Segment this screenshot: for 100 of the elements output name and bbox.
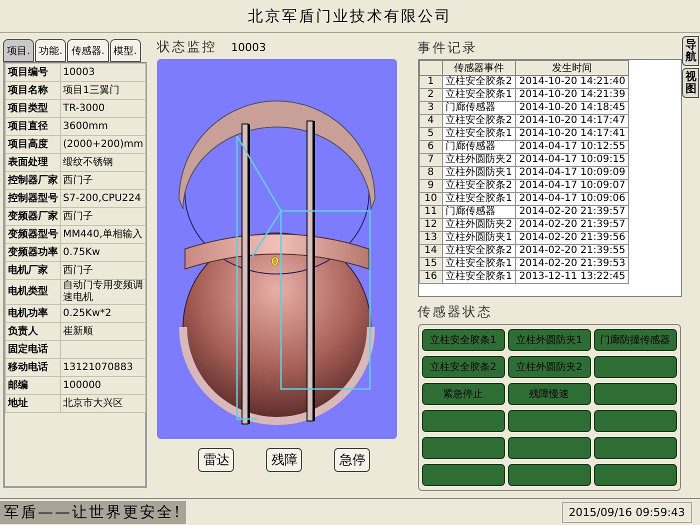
table-cell: 立柱安全胶条1: [442, 128, 516, 140]
row-number: 3: [419, 102, 442, 114]
row-number: 14: [419, 244, 442, 258]
table-cell: 立柱安全胶条2: [442, 244, 516, 258]
table-cell: 2014-10-20 14:21:39: [516, 88, 629, 102]
row-number: 13: [419, 232, 442, 244]
slogan: 军盾——让世界更安全!: [0, 500, 186, 524]
table-cell: 立柱安全胶条1: [442, 270, 516, 284]
field-label: 变频器厂家: [6, 208, 60, 226]
field-value: S7-200,CPU224: [60, 190, 146, 208]
field-label: 移动电话: [6, 358, 60, 376]
row-number: 10: [419, 192, 442, 206]
table-cell: 2014-02-20 21:39:57: [516, 218, 629, 232]
row-number: 5: [419, 128, 442, 140]
side-tab[interactable]: 视图: [682, 68, 700, 98]
row-number: 15: [419, 258, 442, 270]
field-label: 固定电话: [6, 340, 60, 358]
section-title: 事件记录: [418, 40, 479, 57]
table-cell: 2014-02-20 21:39:53: [516, 258, 629, 270]
row-number: 12: [419, 218, 442, 232]
field-label: 项目名称: [6, 82, 60, 100]
field-label: 变频器型号: [6, 226, 60, 244]
table-cell: 立柱安全胶条1: [442, 192, 516, 206]
tab[interactable]: 项目.: [3, 39, 34, 62]
field-label: 地址: [6, 394, 60, 412]
tab[interactable]: 功能.: [35, 39, 66, 62]
status-datetime: 2015/09/16 09:59:43: [562, 502, 692, 522]
row-number: 6: [419, 140, 442, 154]
row-number: 2: [419, 88, 442, 102]
row-number: 8: [419, 166, 442, 180]
section-title: 状态监控: [157, 39, 218, 56]
table-cell: 立柱安全胶条2: [442, 114, 516, 128]
field-value: 100000: [60, 376, 146, 394]
sensor-indicator: 立柱外圆防夹2: [508, 356, 591, 378]
sensor-indicator: 立柱外圆防夹1: [508, 329, 591, 351]
table-cell: 2013-12-11 13:22:45: [516, 270, 629, 284]
tab[interactable]: 模型.: [110, 39, 141, 62]
table-cell: 2014-10-20 14:21:40: [516, 76, 629, 88]
table-cell: 立柱外圆防夹2: [442, 218, 516, 232]
field-value: MM440,单相输入: [60, 226, 146, 244]
field-value: 缎纹不锈钢: [60, 154, 146, 172]
field-value: 崔新顺: [60, 322, 146, 340]
table-cell: 2014-10-20 14:18:45: [516, 102, 629, 114]
side-tab[interactable]: 导航: [682, 36, 700, 66]
field-label: 控制器厂家: [6, 172, 60, 190]
table-cell: 立柱外圆防夹2: [442, 154, 516, 166]
field-value: 0.25Kw*2: [60, 304, 146, 322]
table-cell: 2014-04-17 10:09:15: [516, 154, 629, 166]
table-cell: 2014-02-20 21:39:57: [516, 206, 629, 218]
field-label: 电机功率: [6, 304, 60, 322]
door-value: 0: [271, 255, 279, 268]
field-label: 邮编: [6, 376, 60, 394]
field-value: 项目1三翼门: [60, 82, 146, 100]
control-button[interactable]: 残障: [266, 448, 302, 472]
sensor-indicator: 立柱安全胶条2: [422, 356, 505, 378]
sensor-indicator: 紧急停止: [422, 383, 505, 405]
control-button[interactable]: 急停: [334, 448, 370, 472]
table-cell: 2014-04-17 10:09:06: [516, 192, 629, 206]
row-number: 1: [419, 76, 442, 88]
project-number: 10003: [231, 40, 266, 54]
tab[interactable]: 传感器.: [67, 39, 109, 62]
field-label: 项目高度: [6, 136, 60, 154]
sensor-indicator: 立柱安全胶条1: [422, 329, 505, 351]
column-header: 传感器事件: [442, 60, 516, 76]
table-cell: 门廊传感器: [442, 102, 516, 114]
field-label: 项目编号: [6, 64, 60, 82]
field-value: 0.75Kw: [60, 244, 146, 262]
field-value: (2000+200)mm: [60, 136, 146, 154]
row-number: 16: [419, 270, 442, 284]
row-number: 9: [419, 180, 442, 192]
table-cell: 2014-02-20 21:39:55: [516, 244, 629, 258]
field-label: 控制器型号: [6, 190, 60, 208]
field-value: 10003: [60, 64, 146, 82]
table-cell: 立柱安全胶条2: [442, 180, 516, 192]
field-value: TR-3000: [60, 100, 146, 118]
section-title: 传感器状态: [418, 304, 494, 321]
table-cell: 2014-04-17 10:09:07: [516, 180, 629, 192]
column-header: 发生时间: [516, 60, 629, 76]
table-cell: 立柱安全胶条1: [442, 258, 516, 270]
field-value: 西门子: [60, 208, 146, 226]
field-label: 电机类型: [6, 280, 60, 304]
table-cell: 2014-10-20 14:17:41: [516, 128, 629, 140]
table-cell: 立柱安全胶条2: [442, 76, 516, 88]
field-value: 自动门专用变频调速电机: [60, 280, 146, 304]
table-cell: 门廊传感器: [442, 206, 516, 218]
field-value: 3600mm: [60, 118, 146, 136]
sensor-indicator: 残障慢速: [508, 383, 591, 405]
row-number: 4: [419, 114, 442, 128]
table-cell: 2014-04-17 10:09:09: [516, 166, 629, 180]
table-cell: 立柱安全胶条1: [442, 88, 516, 102]
field-value: 西门子: [60, 172, 146, 190]
row-number: 7: [419, 154, 442, 166]
table-cell: 2014-04-17 10:12:55: [516, 140, 629, 154]
table-cell: 2014-10-20 14:17:47: [516, 114, 629, 128]
field-value: 13121070883: [60, 358, 146, 376]
table-cell: 门廊传感器: [442, 140, 516, 154]
field-value: 北京市大兴区: [60, 394, 146, 412]
control-button[interactable]: 雷达: [198, 448, 234, 472]
field-label: 表面处理: [6, 154, 60, 172]
field-label: 项目直径: [6, 118, 60, 136]
